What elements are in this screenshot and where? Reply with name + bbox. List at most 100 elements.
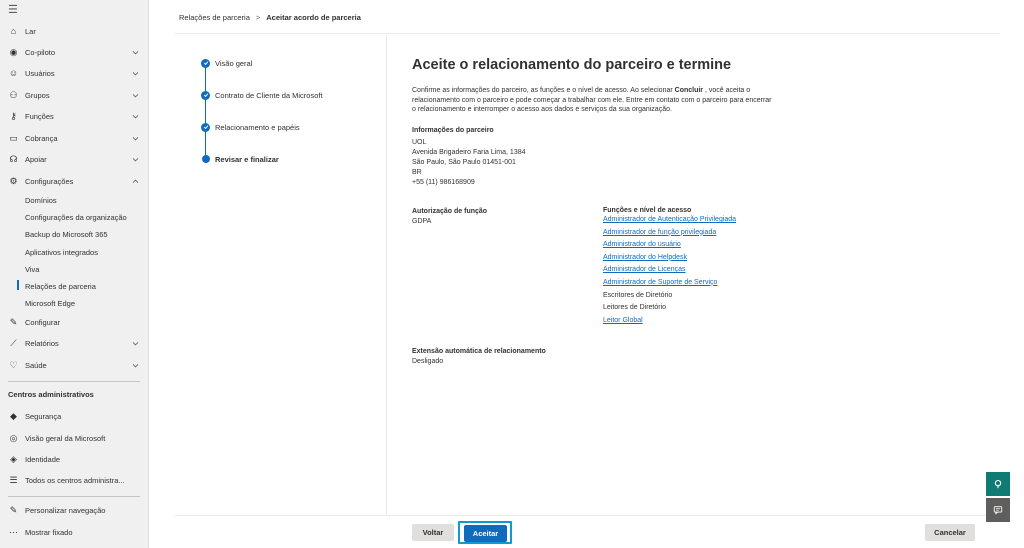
cancel-button[interactable]: Cancelar [925,524,975,541]
sidebar-item-setup[interactable]: ✎ Configurar [0,313,149,331]
setup-icon: ✎ [9,316,18,327]
accept-button-focus-ring: Aceitar [458,521,512,544]
chevron-down-icon[interactable] [131,91,139,99]
home-icon: ⌂ [10,26,17,36]
chevron-down-icon[interactable] [131,48,139,56]
sidebar-subitem[interactable]: Aplicativos integrados [0,243,149,261]
sidebar-item-home[interactable]: ⌂ Lar [0,22,149,40]
step-current-dot-icon [201,155,210,163]
role-item: Leitores de Diretório [603,304,667,312]
sidebar-subitem[interactable]: Relações de parceria [0,277,149,295]
role-item: Escritores de Diretório [603,291,673,299]
identity-icon: ◈ [10,453,17,464]
chevron-up-icon[interactable] [131,177,139,185]
partner-info-line: UOL [412,139,427,146]
role-link[interactable]: Administrador do usuário [603,239,736,252]
edit-icon: ✎ [9,504,18,515]
help-chat-icon[interactable] [986,472,1010,496]
sidebar-subitem[interactable]: Microsoft Edge [0,294,149,312]
roles-access-section: Funções e nível de acesso Administrador … [603,207,736,327]
roles-icon: ⚷ [10,110,17,121]
page-description: Confirme as informações do parceiro, as … [412,87,772,113]
sidebar-subitem-label: Domínios [25,195,57,205]
partner-info-section: Informações do parceiro UOL Avenida Briga… [412,127,526,188]
sidebar-item-label: Configurações [25,176,74,186]
sidebar-item-groups[interactable]: ⚇ Grupos [0,86,149,104]
chevron-down-icon[interactable] [131,134,139,142]
sidebar-item-edit[interactable]: ✎ Personalizar navegação [0,501,149,519]
sidebar-subitem-label: Viva [25,264,40,274]
chevron-down-icon[interactable] [131,339,139,347]
sidebar-item-user[interactable]: ☺ Usuários [0,64,149,82]
feedback-icon[interactable] [986,498,1010,522]
shield-icon: ◆ [10,410,17,421]
sidebar-item-identity[interactable]: ◈ Identidade [0,450,149,468]
hamburger-menu-icon[interactable]: ☰ [8,4,20,16]
sidebar-subitem[interactable]: Viva [0,260,149,278]
sidebar-item-label: Lar [25,26,36,36]
role-link[interactable]: Administrador de Suporte de Serviço [603,277,736,290]
nav-divider [8,496,140,497]
support-icon: ☊ [9,153,18,164]
nav-divider [8,381,140,382]
sidebar-item-label: Funções [25,111,54,121]
sidebar-item-label: Segurança [25,411,62,421]
chevron-down-icon[interactable] [131,155,139,163]
sidebar-item-health[interactable]: ♡ Saúde [0,356,149,374]
concluir-emphasis: Concluir [674,87,704,94]
sidebar-item-support[interactable]: ☊ Apoiar [0,150,149,168]
role-link[interactable]: Administrador de função privilegiada [603,227,736,240]
breadcrumb-separator-icon: > [255,13,261,22]
breadcrumb-current: Aceitar acordo de parceria [266,13,361,22]
sidebar-item-settings[interactable]: ⚙ Configurações [0,172,149,190]
chevron-down-icon[interactable] [131,69,139,77]
user-icon: ☺ [8,68,19,78]
role-link[interactable]: Leitor Global [603,315,736,328]
sidebar-item-shield[interactable]: ◆ Segurança [0,407,149,425]
chevron-down-icon[interactable] [131,112,139,120]
sidebar-item-label: Todos os centros administra... [25,475,125,485]
role-authorization-value: GDPA [412,218,432,225]
auto-extension-title: Extensão automática de relacionamento [412,348,546,355]
more-icon: ⋯ [9,526,18,537]
step-label: Relacionamento e papéis [215,122,300,132]
sidebar-subitem[interactable]: Domínios [0,191,149,209]
chevron-down-icon[interactable] [131,361,139,369]
auto-extension-value: Desligado [412,358,444,365]
role-link[interactable]: Administrador de Autenticação Privilegia… [603,214,736,227]
health-icon: ♡ [9,359,18,370]
partner-info-line: BR [412,169,422,176]
billing-icon: ▭ [9,132,18,143]
left-navigation: ☰ ⌂ Lar ◉ Co-piloto ☺ Usuários ⚇ Grupos ⚷ Funções… [0,0,149,548]
accept-button[interactable]: Aceitar [464,525,507,542]
sidebar-item-label: Co-piloto [25,47,56,57]
sidebar-item-overview[interactable]: ◎ Visão geral da Microsoft [0,429,149,447]
page-title: Aceite o relacionamento do parceiro e te… [412,57,732,73]
auto-extension-section: Extensão automática de relacionamento De… [412,348,546,367]
back-button[interactable]: Voltar [412,524,454,541]
sidebar-item-more[interactable]: ⋯ Mostrar fixado [0,523,149,541]
groups-icon: ⚇ [9,89,18,100]
sidebar-subitem-label: Backup do Microsoft 365 [25,229,108,239]
sidebar-subitem[interactable]: Backup do Microsoft 365 [0,225,149,243]
all-centers-icon: ☰ [9,474,18,485]
sidebar-item-all-centers[interactable]: ☰ Todos os centros administra... [0,471,149,489]
partner-info-line: São Paulo, São Paulo 01451-001 [412,159,516,166]
settings-icon: ⚙ [9,175,18,186]
role-link[interactable]: Administrador do Helpdesk [603,252,736,265]
copilot-icon: ◉ [9,46,18,57]
breadcrumb-parent-link[interactable]: Relações de parceria [179,13,250,22]
sidebar-item-label: Identidade [25,454,61,464]
sidebar-item-billing[interactable]: ▭ Cobrança [0,129,149,147]
page-header: Relações de parceria > Aceitar acordo de… [175,8,1000,34]
sidebar-item-label: Grupos [25,90,50,100]
sidebar-subitem-label: Microsoft Edge [25,298,76,308]
sidebar-item-label: Visão geral da Microsoft [25,433,106,443]
role-link[interactable]: Administrador de Licenças [603,264,736,277]
sidebar-item-roles[interactable]: ⚷ Funções [0,107,149,125]
step-label: Contrato de Cliente da Microsoft [215,90,323,100]
sidebar-item-reports[interactable]: ⟋ Relatórios [0,334,149,352]
sidebar-item-label: Mostrar fixado [25,527,73,537]
sidebar-subitem[interactable]: Configurações da organização [0,208,149,226]
sidebar-item-copilot[interactable]: ◉ Co-piloto [0,43,149,61]
